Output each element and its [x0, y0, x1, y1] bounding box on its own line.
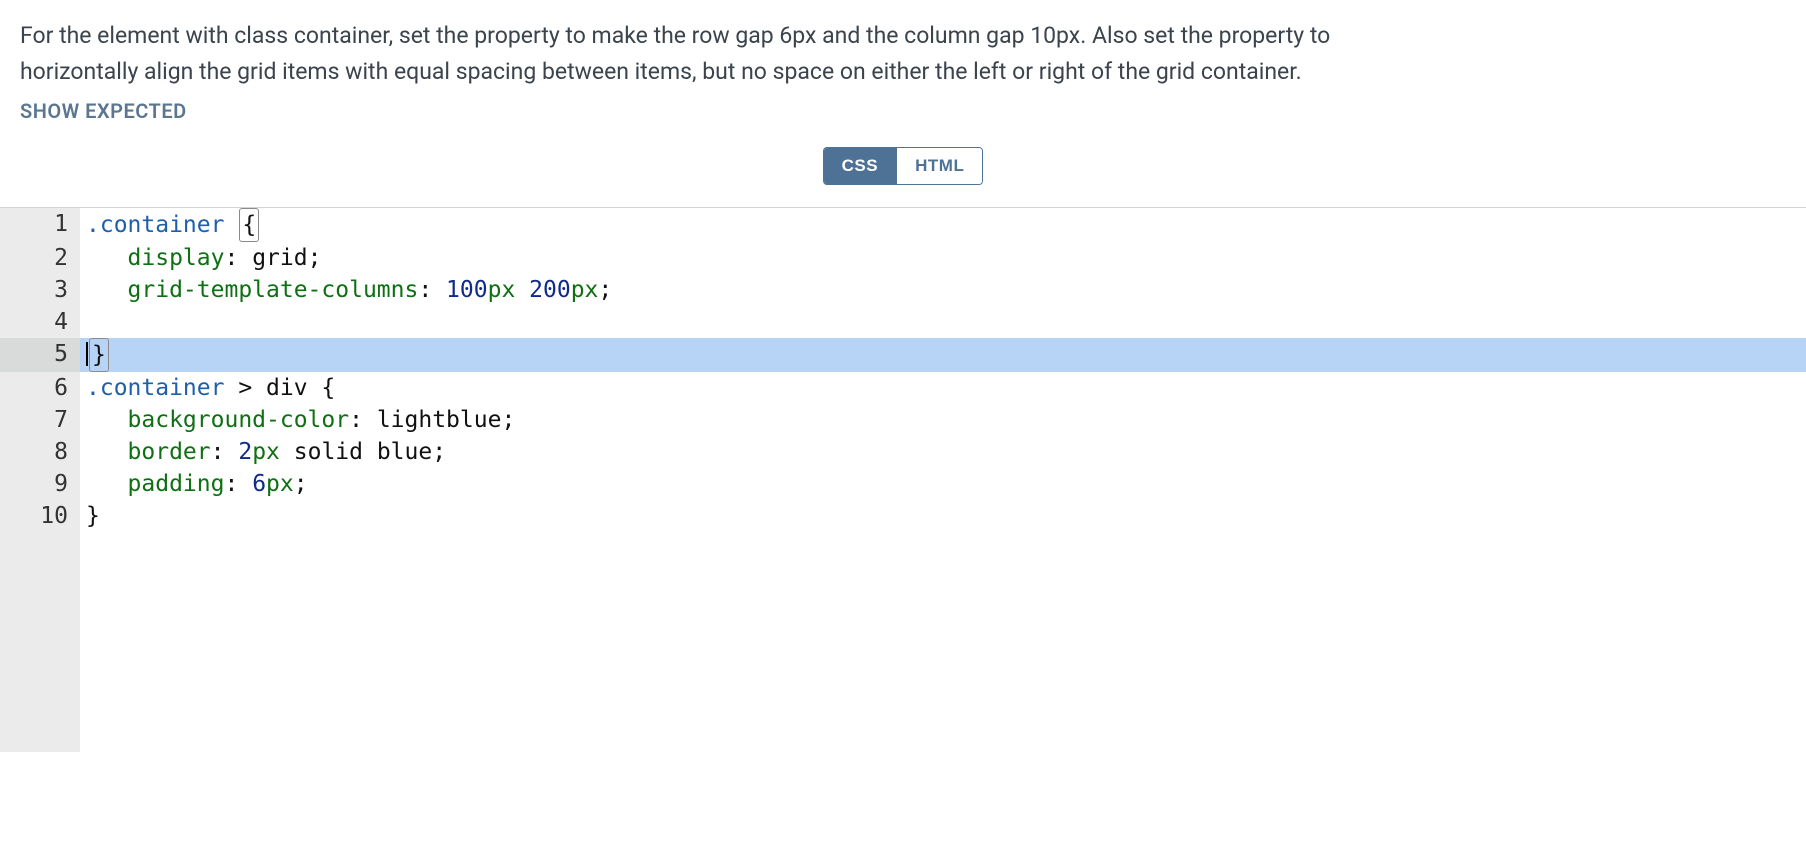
code-token: px: [252, 439, 294, 465]
code-line[interactable]: 10}: [0, 500, 1806, 532]
code-line[interactable]: 6.container > div {: [0, 372, 1806, 404]
code-token: lightblue: [377, 407, 502, 433]
instruction-line-1: For the element with class container, se…: [20, 22, 1330, 49]
line-number: 6: [0, 372, 80, 404]
code-token: 2: [238, 439, 252, 465]
code-token: :: [211, 439, 239, 465]
code-token: display: [128, 245, 225, 271]
code-line-content[interactable]: display: grid;: [80, 242, 1806, 274]
code-token: ;: [598, 277, 612, 303]
code-token: .container: [86, 212, 238, 238]
code-line[interactable]: 3 grid-template-columns: 100px 200px;: [0, 274, 1806, 306]
code-line-content[interactable]: .container > div {: [80, 372, 1806, 404]
code-token: 200: [529, 277, 571, 303]
code-line[interactable]: 9 padding: 6px;: [0, 468, 1806, 500]
line-number: 10: [0, 500, 80, 532]
code-line-content[interactable]: background-color: lightblue;: [80, 404, 1806, 436]
code-token: :: [418, 277, 446, 303]
code-token: div: [266, 375, 321, 401]
code-token: padding: [128, 471, 225, 497]
instruction-line-2: horizontally align the grid items with e…: [20, 58, 1302, 85]
code-token: [86, 245, 128, 271]
code-line-content[interactable]: .container {: [80, 208, 1806, 242]
line-number: 2: [0, 242, 80, 274]
code-token: [86, 471, 128, 497]
line-number: 1: [0, 208, 80, 242]
code-line[interactable]: 4: [0, 306, 1806, 338]
code-line[interactable]: 2 display: grid;: [0, 242, 1806, 274]
code-line[interactable]: 8 border: 2px solid blue;: [0, 436, 1806, 468]
code-token: ;: [294, 471, 308, 497]
code-token: px: [571, 277, 599, 303]
line-number: 4: [0, 306, 80, 338]
code-token: [86, 407, 128, 433]
code-line-content[interactable]: padding: 6px;: [80, 468, 1806, 500]
code-line-content[interactable]: }: [80, 500, 1806, 532]
code-line-content[interactable]: border: 2px solid blue;: [80, 436, 1806, 468]
code-token: {: [321, 375, 335, 401]
line-number: 7: [0, 404, 80, 436]
code-token: background-color: [128, 407, 350, 433]
code-token: 6: [252, 471, 266, 497]
line-number: 9: [0, 468, 80, 500]
line-number: 8: [0, 436, 80, 468]
code-token: [86, 439, 128, 465]
code-token: 100: [446, 277, 488, 303]
code-line-content[interactable]: [80, 306, 1806, 338]
tab-bar: CSS HTML: [20, 147, 1786, 185]
code-token: border: [128, 439, 211, 465]
code-line[interactable]: 7 background-color: lightblue;: [0, 404, 1806, 436]
code-token: ;: [501, 407, 515, 433]
tab-html[interactable]: HTML: [897, 148, 982, 184]
line-number: 3: [0, 274, 80, 306]
code-token: :: [349, 407, 377, 433]
code-line[interactable]: 5}: [0, 338, 1806, 372]
code-token: ;: [308, 245, 322, 271]
code-line-content[interactable]: }: [80, 338, 1806, 372]
show-expected-button[interactable]: SHOW EXPECTED: [20, 99, 187, 123]
tab-css[interactable]: CSS: [824, 148, 897, 184]
gutter-filler: [0, 532, 80, 752]
code-token: grid: [252, 245, 307, 271]
code-token: [86, 277, 128, 303]
code-token: grid-template-columns: [128, 277, 419, 303]
code-token: :: [224, 245, 252, 271]
code-token: :: [224, 471, 252, 497]
instruction-text: For the element with class container, se…: [20, 18, 1786, 89]
code-token: ;: [432, 439, 446, 465]
code-token: {: [239, 208, 259, 242]
editor-filler-code[interactable]: [80, 532, 1806, 752]
code-token: px: [488, 277, 530, 303]
code-token: px: [266, 471, 294, 497]
code-editor[interactable]: 1.container {2 display: grid;3 grid-temp…: [0, 207, 1806, 752]
code-token: }: [89, 338, 109, 372]
editor-filler: [0, 532, 1806, 752]
code-line[interactable]: 1.container {: [0, 208, 1806, 242]
text-cursor: [86, 342, 88, 366]
code-token: }: [86, 503, 100, 529]
code-line-content[interactable]: grid-template-columns: 100px 200px;: [80, 274, 1806, 306]
code-token: solid blue: [294, 439, 432, 465]
code-token: >: [238, 375, 266, 401]
code-token: .container: [86, 375, 238, 401]
line-number: 5: [0, 338, 80, 372]
